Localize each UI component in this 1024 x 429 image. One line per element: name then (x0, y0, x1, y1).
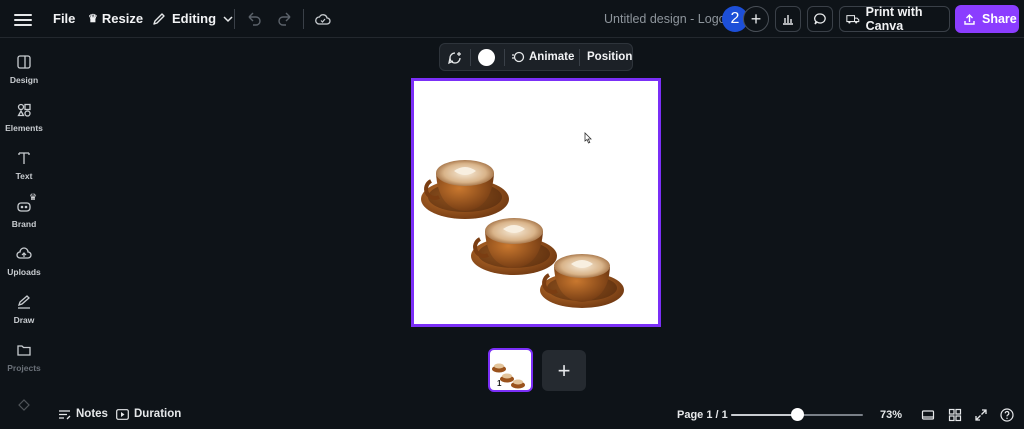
sidebar-item-brand[interactable]: Brand ♛ (0, 192, 48, 229)
upload-icon (964, 13, 975, 25)
document-title[interactable]: Untitled design - Logo (604, 12, 726, 26)
animate-icon (512, 51, 525, 63)
menu-icon[interactable] (14, 11, 32, 27)
share-label: Share (982, 12, 1017, 26)
toolbar-divider (234, 9, 235, 29)
sidebar-item-projects[interactable]: Projects (0, 342, 48, 373)
element-toolbar: Animate Position (439, 43, 633, 71)
zoom-level[interactable]: 73% (880, 409, 902, 421)
grid-view-icon[interactable] (948, 408, 962, 422)
projects-icon (17, 345, 31, 356)
draw-icon (17, 295, 30, 309)
color-swatch-button[interactable] (478, 49, 495, 66)
sidebar-item-label: Projects (7, 363, 41, 373)
fullscreen-icon[interactable] (974, 408, 988, 422)
page-number: 1 (497, 379, 502, 388)
file-label: File (53, 11, 76, 26)
text-icon (18, 152, 30, 164)
pages-view-icon[interactable] (921, 408, 935, 422)
truck-icon (846, 15, 860, 24)
duration-button[interactable]: Duration (116, 408, 181, 420)
notes-icon (59, 409, 71, 419)
cloud-save-icon[interactable] (314, 10, 332, 28)
resize-button[interactable]: ♛ Resize (88, 11, 143, 26)
coffee-cups-image[interactable] (414, 81, 658, 324)
zoom-slider-fill (731, 414, 797, 416)
redo-icon[interactable] (276, 10, 294, 28)
design-icon (17, 55, 31, 69)
crown-icon: ♛ (29, 192, 38, 202)
sidebar-item-uploads[interactable]: Uploads (0, 246, 48, 277)
elements-icon (17, 103, 31, 117)
page-thumbnail[interactable]: 1 (488, 348, 533, 392)
uploads-icon (16, 247, 32, 259)
design-canvas[interactable] (411, 78, 661, 327)
undo-icon[interactable] (245, 10, 263, 28)
add-page-button[interactable]: + (542, 350, 586, 391)
sidebar-item-label: Uploads (7, 267, 41, 277)
resize-label: Resize (101, 11, 144, 26)
animate-button[interactable]: Animate (511, 50, 574, 64)
toolbar-divider (470, 49, 471, 66)
sidebar-item-label: Text (15, 171, 33, 181)
pencil-icon (153, 12, 165, 25)
editing-mode-button[interactable]: Editing (152, 11, 240, 26)
apps-icon[interactable] (16, 398, 32, 412)
comment-icon (814, 13, 826, 25)
bar-chart-icon (783, 15, 793, 25)
share-button[interactable]: Share (955, 5, 1019, 33)
toolbar-divider (579, 49, 580, 66)
position-button[interactable]: Position (587, 51, 632, 63)
notes-button[interactable]: Notes (58, 408, 108, 420)
sidebar-item-label: Draw (13, 315, 35, 325)
insights-button[interactable] (775, 6, 801, 32)
zoom-slider-handle[interactable] (791, 408, 804, 421)
notes-label: Notes (76, 408, 108, 420)
chevron-down-icon (223, 15, 233, 22)
print-label: Print with Canva (865, 5, 923, 33)
sidebar-item-label: Design (9, 75, 39, 85)
top-bar: File ♛ Resize Editing Untitled design - … (0, 0, 1024, 38)
toolbar-divider (303, 9, 304, 29)
add-collaborator-button[interactable]: + (743, 6, 769, 32)
sidebar-item-draw[interactable]: Draw (0, 294, 48, 325)
editing-label: Editing (172, 11, 217, 26)
sidebar-item-design[interactable]: Design (0, 54, 48, 85)
animate-label: Animate (529, 51, 575, 63)
print-with-canva-button[interactable]: Print with Canva (839, 5, 950, 33)
page-indicator[interactable]: Page 1 / 1 (677, 409, 728, 421)
sidebar-item-text[interactable]: Text (0, 150, 48, 181)
file-menu-button[interactable]: File (53, 11, 75, 26)
toolbar-divider (504, 49, 505, 66)
sidebar-item-elements[interactable]: Elements (0, 102, 48, 133)
play-timer-icon (116, 408, 129, 420)
duration-label: Duration (134, 408, 182, 420)
crown-icon: ♛ (88, 13, 98, 25)
sidebar-item-label: Elements (5, 123, 43, 133)
mouse-cursor-icon (584, 132, 592, 144)
left-sidebar: Design Elements Text Brand ♛ Uploads Dra… (0, 38, 48, 429)
help-icon[interactable] (1000, 408, 1014, 422)
sidebar-item-label: Brand (11, 219, 37, 229)
comments-button[interactable] (807, 6, 833, 32)
ai-edit-icon[interactable] (447, 50, 463, 66)
